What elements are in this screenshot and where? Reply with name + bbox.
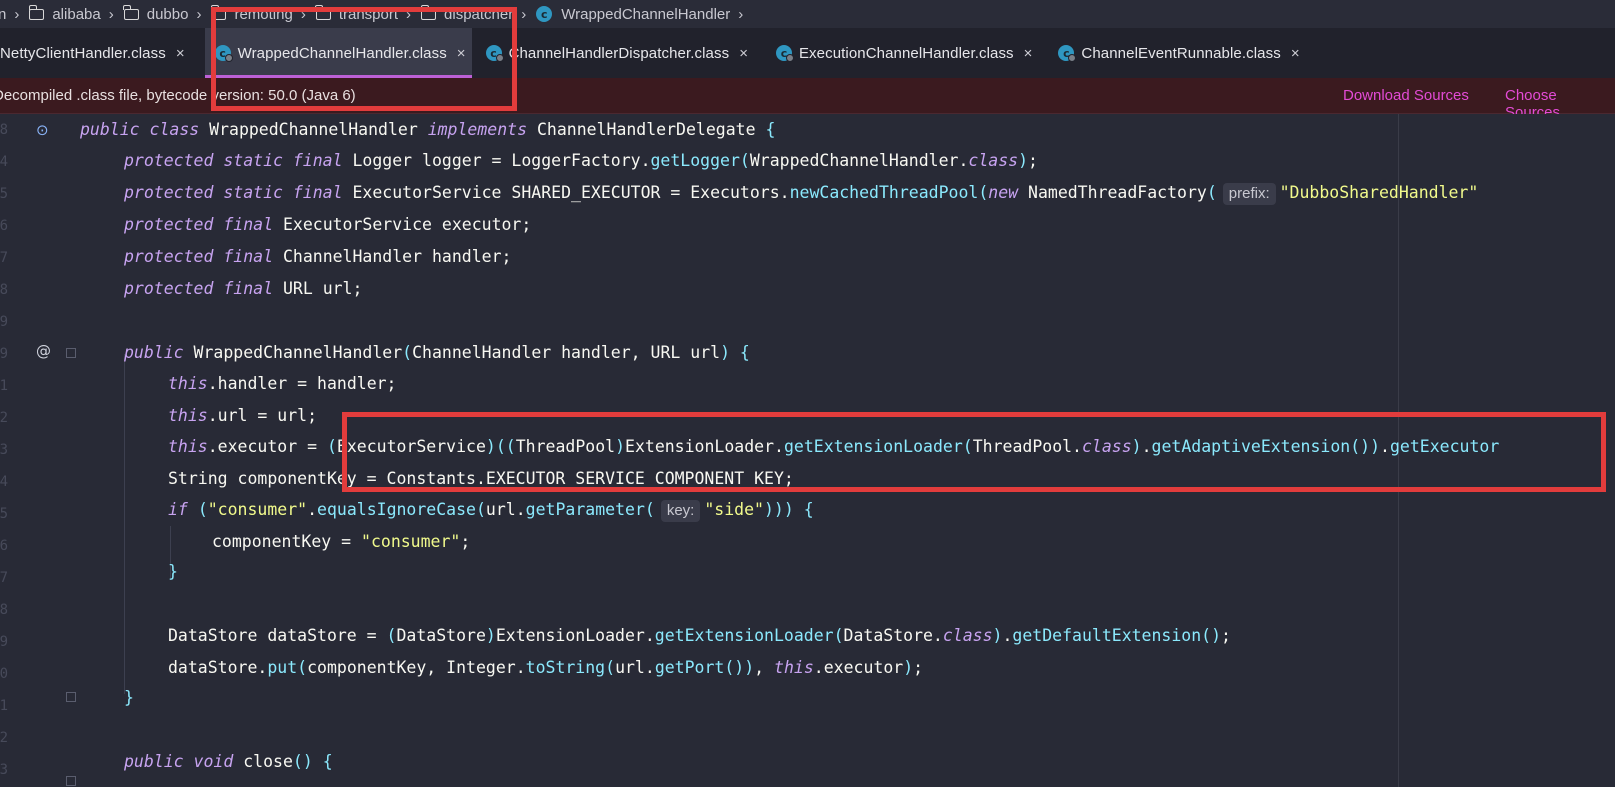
close-icon[interactable]: ×: [176, 45, 185, 62]
breadcrumb-item-transport[interactable]: transport ›: [315, 4, 421, 23]
line-number: 7: [0, 250, 8, 266]
code-line-assign-consumer: componentKey = "consumer";: [212, 532, 471, 551]
close-icon[interactable]: ×: [457, 45, 466, 62]
code-editor[interactable]: 8 4 5 6 7 8 9 9 1 2 3 4 5 6 7 8 9 0 1 2 …: [0, 114, 1615, 787]
code-line-assign-handler: this.handler = handler;: [168, 374, 397, 393]
line-number: 8: [0, 122, 8, 138]
folder-icon: [28, 4, 45, 20]
class-icon: c: [536, 6, 553, 22]
close-icon[interactable]: ×: [1291, 45, 1300, 62]
code-line-url-field: protected final URL url;: [124, 279, 363, 298]
line-number: 6: [0, 538, 8, 554]
indent-guide: [124, 354, 125, 694]
chevron-right-icon: ›: [196, 5, 202, 23]
line-number: 3: [0, 442, 8, 458]
code-line-constructor: public WrappedChannelHandler(ChannelHand…: [124, 343, 750, 362]
decompiled-message: Decompiled .class file, bytecode version…: [0, 87, 356, 104]
code-line-assign-executor: this.executor = (ExecutorService)((Threa…: [168, 437, 1500, 456]
chevron-right-icon: ›: [14, 5, 20, 23]
line-number: 9: [0, 634, 8, 650]
line-number: 5: [0, 186, 8, 202]
code-line-close-method: public void close() {: [124, 752, 333, 771]
folder-icon: [420, 4, 437, 20]
line-number: 5: [0, 506, 8, 522]
line-number: 0: [0, 666, 8, 682]
decompiled-notice-bar: Decompiled .class file, bytecode version…: [0, 78, 1615, 121]
chevron-right-icon: ›: [521, 5, 527, 23]
breadcrumb-item-current[interactable]: c WrappedChannelHandler ›: [536, 6, 753, 23]
code-line-datastore-put: dataStore.put(componentKey, Integer.toSt…: [168, 658, 924, 677]
editor-tab-bar: NettyClientHandler.class × c WrappedChan…: [0, 28, 1615, 78]
tab-channel-event-runnable[interactable]: c ChannelEventRunnable.class ×: [1046, 28, 1305, 78]
code-line-executor-field: protected final ExecutorService executor…: [124, 215, 532, 234]
close-icon[interactable]: ×: [1024, 45, 1033, 62]
line-number: 7: [0, 570, 8, 586]
code-line-logger: protected static final Logger logger = L…: [124, 151, 1038, 170]
chevron-right-icon: ›: [108, 5, 114, 23]
tab-wrapped-channel-handler[interactable]: c WrappedChannelHandler.class ×: [204, 28, 472, 78]
fold-icon[interactable]: [66, 692, 76, 702]
line-number: 8: [0, 282, 8, 298]
breadcrumb-item-dispatcher[interactable]: dispatcher ›: [420, 4, 536, 23]
param-hint-key: key:: [660, 500, 701, 522]
class-icon: c: [775, 45, 794, 62]
line-number: 6: [0, 218, 8, 234]
code-line-close-if: }: [168, 562, 178, 581]
line-number: 4: [0, 154, 8, 170]
code-line-if-consumer: if ("consumer".equalsIgnoreCase(url.getP…: [168, 494, 814, 526]
breadcrumb-item-alibaba[interactable]: alibaba ›: [28, 4, 123, 23]
breadcrumb: n › alibaba › dubbo › remoting › transport › …: [0, 0, 1615, 28]
fold-icon[interactable]: [66, 348, 76, 358]
class-icon: c: [214, 45, 233, 62]
tab-channel-handler-dispatcher[interactable]: c ChannelHandlerDispatcher.class ×: [474, 28, 754, 78]
line-number: 9: [0, 314, 8, 330]
chevron-right-icon: ›: [738, 5, 744, 23]
line-number: 4: [0, 474, 8, 490]
chevron-right-icon: ›: [300, 5, 306, 23]
breadcrumb-item-dubbo[interactable]: dubbo ›: [123, 4, 212, 23]
line-number: 8: [0, 602, 8, 618]
annotation-at-icon[interactable]: @: [36, 342, 51, 360]
folder-icon: [210, 4, 227, 20]
code-line-close-constructor: }: [124, 688, 134, 707]
chevron-right-icon: ›: [406, 5, 412, 23]
code-line-handler-field: protected final ChannelHandler handler;: [124, 247, 512, 266]
code-line-datastore: DataStore dataStore = (DataStore)Extensi…: [168, 626, 1231, 645]
folder-icon: [315, 4, 331, 20]
line-number: 2: [0, 730, 8, 746]
line-number: 9: [0, 346, 8, 362]
tab-netty-client-handler[interactable]: NettyClientHandler.class ×: [0, 28, 191, 78]
code-line-shared-executor: protected static final ExecutorService S…: [124, 177, 1478, 209]
tab-execution-channel-handler[interactable]: c ExecutionChannelHandler.class ×: [764, 28, 1038, 78]
line-number: 3: [0, 762, 8, 778]
class-icon: c: [1058, 45, 1077, 62]
implements-interface-icon[interactable]: ⊙: [36, 121, 49, 139]
param-hint-prefix: prefix:: [1222, 183, 1276, 205]
breadcrumb-item-remoting[interactable]: remoting ›: [210, 4, 315, 23]
fold-icon[interactable]: [66, 776, 76, 786]
code-line-class-decl: public class WrappedChannelHandler imple…: [80, 120, 776, 139]
class-icon: c: [485, 45, 504, 62]
line-number: 1: [0, 378, 8, 394]
folder-icon: [123, 4, 139, 20]
line-number: 1: [0, 698, 8, 714]
code-line-assign-url: this.url = url;: [168, 406, 318, 425]
download-sources-link[interactable]: Download Sources: [1343, 87, 1469, 104]
breadcrumb-leading[interactable]: n ›: [0, 6, 29, 23]
code-line-component-key: String componentKey = Constants.EXECUTOR…: [168, 469, 794, 488]
close-icon[interactable]: ×: [739, 45, 748, 62]
line-number: 2: [0, 410, 8, 426]
